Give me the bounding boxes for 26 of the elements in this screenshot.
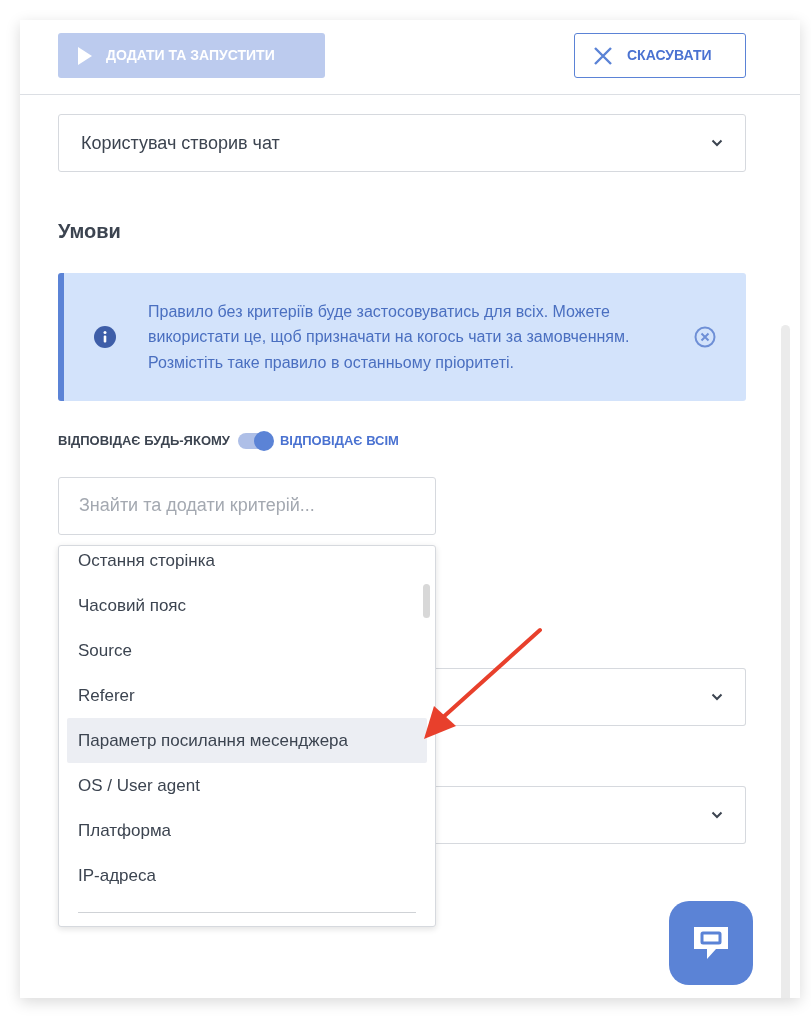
chevron-down-icon (711, 810, 723, 819)
info-icon (94, 326, 116, 348)
section-title: Умови (58, 219, 122, 244)
scrollbar-thumb[interactable] (423, 584, 430, 618)
alert-text: Правило без критеріїв буде застосовуватись для всіх. Можете використати це, щоб призначати на когось чати за замовченням. Розмістіть таке правило в останньому пріоритеті. (148, 301, 631, 373)
match-all-label[interactable]: ВІДПОВІДАЄ ВСІМ (279, 431, 399, 451)
cancel-button[interactable]: СКАСУВАТИ (574, 33, 746, 78)
chat-button[interactable] (669, 901, 753, 985)
close-icon (593, 45, 613, 66)
chevron-down-icon (711, 139, 723, 147)
dropdown-item[interactable]: Часовий пояс (59, 583, 419, 628)
play-icon (78, 46, 92, 65)
dropdown-item[interactable]: Параметр посилання месенджера (67, 718, 427, 763)
dropdown-item[interactable]: Платформа (59, 808, 419, 853)
trigger-select[interactable]: Користувач створив чат (58, 114, 746, 172)
dropdown-item[interactable]: OS / User agent (59, 763, 419, 808)
toggle-switch[interactable] (237, 432, 272, 449)
dropdown-item[interactable]: Source (59, 628, 419, 673)
scrollbar[interactable] (781, 325, 790, 998)
close-icon[interactable] (694, 326, 716, 348)
match-any-label[interactable]: ВІДПОВІДАЄ БУДЬ-ЯКОМУ (58, 431, 230, 451)
dropdown-item[interactable]: IP-адреса (59, 853, 419, 898)
dropdown-item[interactable]: Остання сторінка (59, 546, 419, 583)
search-field[interactable]: Знайти та додати критерій... (58, 476, 436, 535)
dropdown-item[interactable]: Referer (59, 673, 419, 718)
chevron-down-icon (711, 692, 723, 701)
